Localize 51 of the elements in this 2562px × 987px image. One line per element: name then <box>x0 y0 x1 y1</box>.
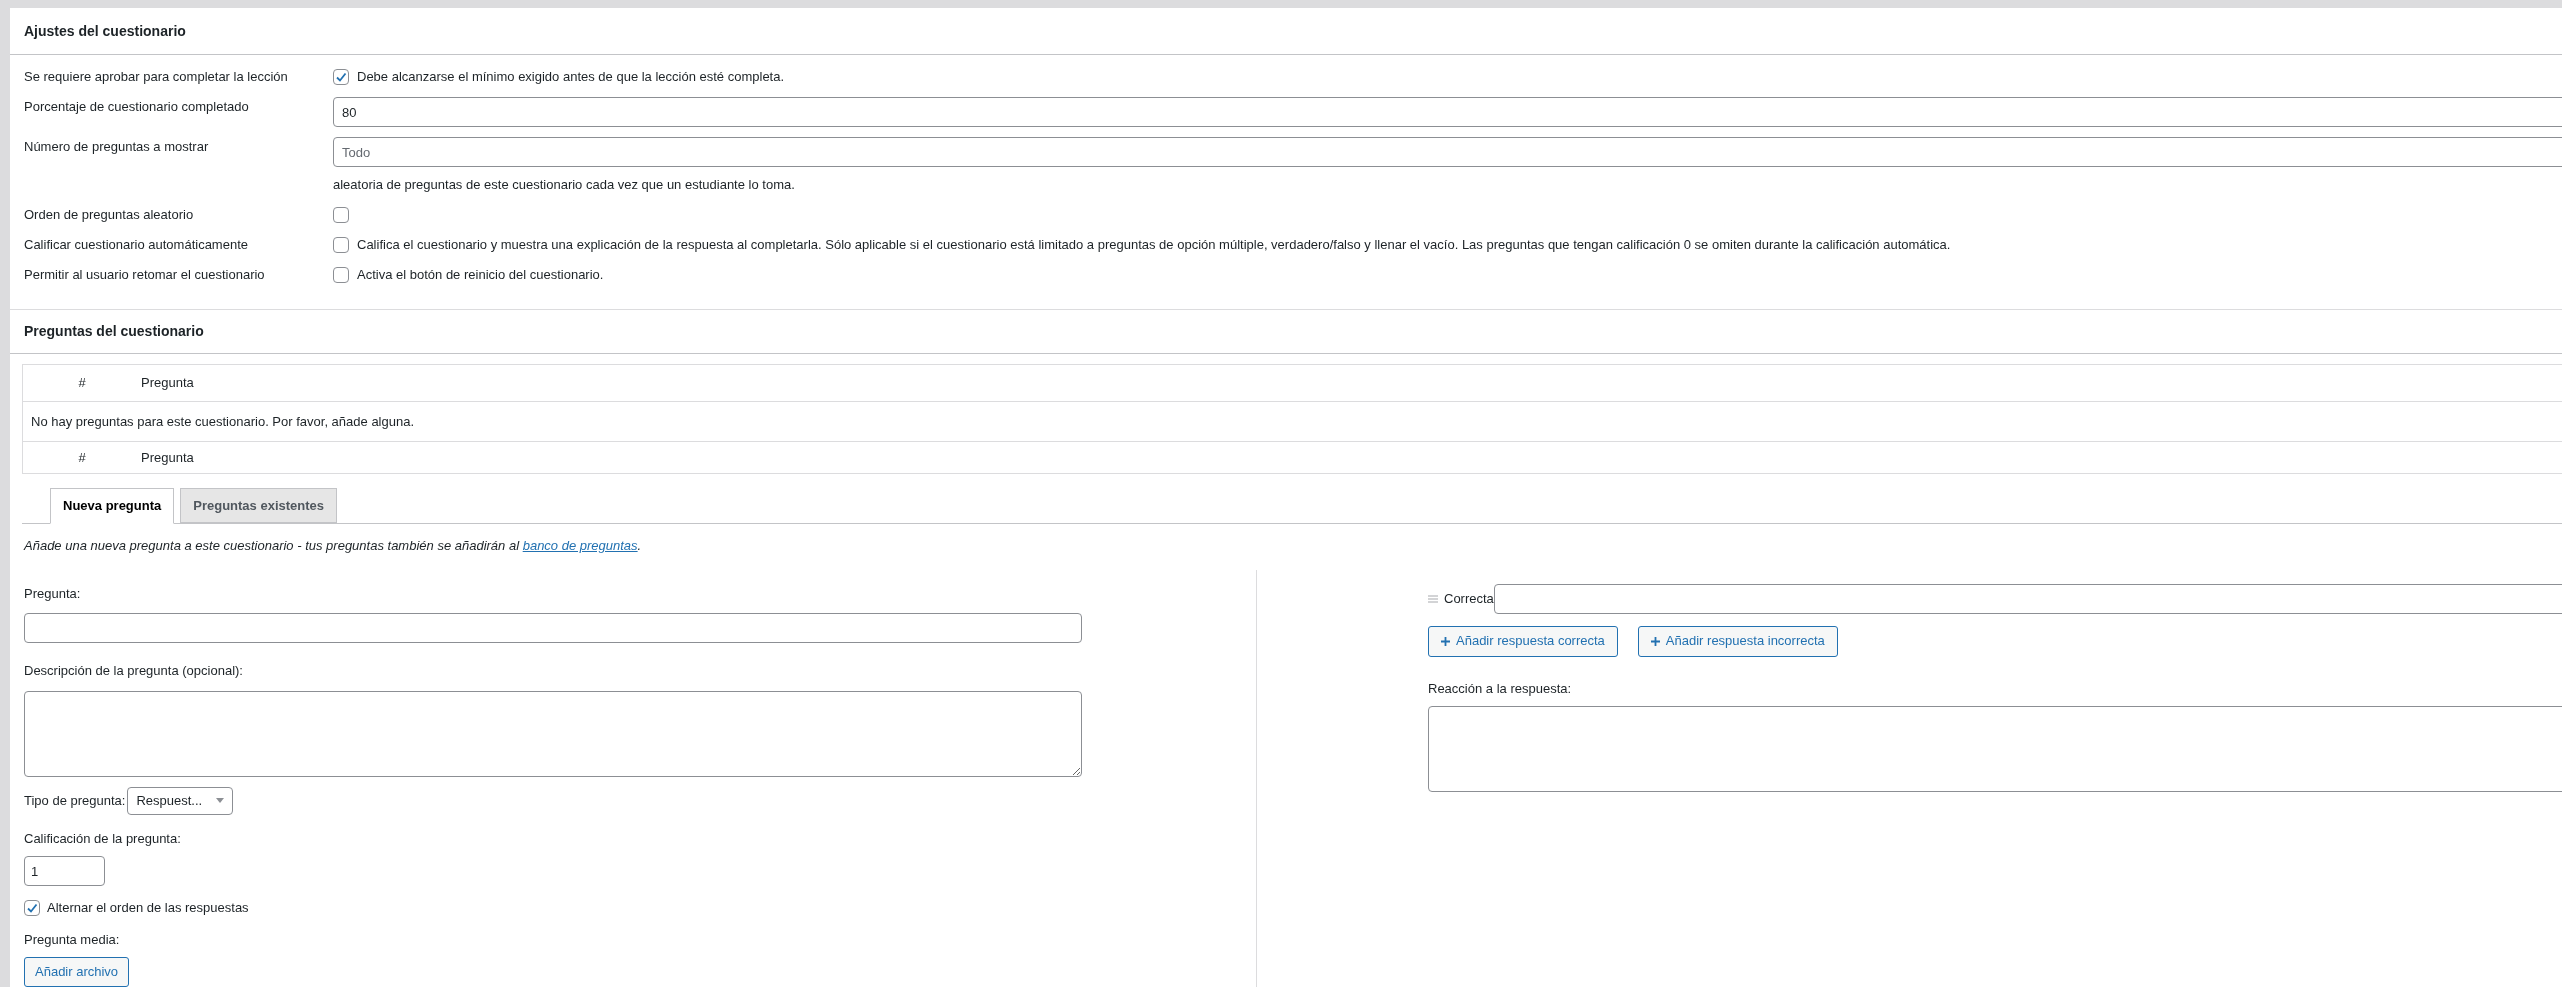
column-footer: # <box>23 447 121 468</box>
setting-label: Número de preguntas a mostrar <box>24 138 210 157</box>
tab[interactable]: Preguntas existentes <box>180 488 338 523</box>
grade-input[interactable]: 1 <box>24 856 105 886</box>
field-label: Calificación de la pregunta: <box>24 829 182 848</box>
field-label: Pregunta: <box>24 584 82 603</box>
section-title: Preguntas del cuestionario <box>24 321 204 341</box>
checkbox[interactable] <box>333 69 349 86</box>
add-file-button[interactable]: Añadir archivo <box>24 957 130 987</box>
setting-label: Permitir al usuario retomar el cuestionario <box>24 265 266 284</box>
checkbox-label: Debe alcanzarse el mínimo exigido antes de que la lección esté completa. <box>357 68 785 87</box>
checkbox[interactable] <box>333 236 349 253</box>
input-field[interactable]: Todo <box>333 137 2562 168</box>
textarea-field[interactable] <box>24 690 1082 777</box>
field-label: Tipo de pregunta: <box>24 791 126 810</box>
question-type-select[interactable]: Respuest... <box>127 786 234 815</box>
checkbox-label: Alternar el orden de las respuestas <box>47 899 249 917</box>
plus-icon <box>1441 636 1450 646</box>
checkbox-label: Activa el botón de reinicio del cuestionario. <box>357 265 604 284</box>
checkbox[interactable] <box>333 266 349 283</box>
plus-icon <box>1650 636 1660 646</box>
setting-label: Se requiere aprobar para completar la lección <box>24 68 289 87</box>
checkbox[interactable] <box>24 899 40 916</box>
check-icon <box>26 901 38 914</box>
drag-handle-icon <box>1428 594 1438 603</box>
add-answer-button[interactable]: Añadir respuesta correcta <box>1428 625 1618 657</box>
setting-label: Porcentaje de cuestionario completado <box>24 98 250 117</box>
feedback-field[interactable] <box>1428 706 2562 792</box>
setting-label: Orden de preguntas aleatorio <box>24 205 195 224</box>
answer-label: Correcta <box>1444 589 1494 608</box>
answer-input[interactable] <box>1493 583 2562 614</box>
caret-icon <box>216 798 225 803</box>
setting-label: Calificar cuestionario automáticamente <box>24 235 249 254</box>
check-icon <box>335 71 347 84</box>
add-answer-button[interactable]: Añadir respuesta incorrecta <box>1637 625 1838 657</box>
question-bank-link[interactable]: banco de preguntas <box>522 538 638 553</box>
column-footer: Pregunta <box>121 447 194 468</box>
checkbox-label: Califica el cuestionario y muestra una explicación de la respuesta al completarla. Sólo aplicable si el cuestionario está limitado a preguntas de opción múltiple, verdadero/falso y llenar el vacío. Las preguntas que tengan calificación 0 se omiten durante la calificación automática. <box>357 235 1951 254</box>
field-label: Descripción de la pregunta (opcional): <box>24 662 244 680</box>
tab[interactable]: Nueva pregunta <box>50 488 175 524</box>
field-label: Reacción a la respuesta: <box>1428 679 1573 698</box>
input-field[interactable]: 80 <box>333 97 2562 128</box>
intro-text: Añade una nueva pregunta a este cuestionario - tus preguntas también se añadirán al banco de preguntas. <box>22 537 643 555</box>
checkbox[interactable] <box>333 206 349 223</box>
column-header: Pregunta <box>140 374 194 393</box>
section-title: Ajustes del cuestionario <box>24 21 186 41</box>
help-text: aleatoria de preguntas de este cuestionario cada vez que un estudiante lo toma. <box>333 176 796 195</box>
empty-message: No hay preguntas para este cuestionario. Por favor, añade alguna. <box>31 412 415 431</box>
column-header: # <box>77 374 87 393</box>
field-label: Pregunta media: <box>24 930 121 949</box>
input-field[interactable] <box>24 613 1082 643</box>
